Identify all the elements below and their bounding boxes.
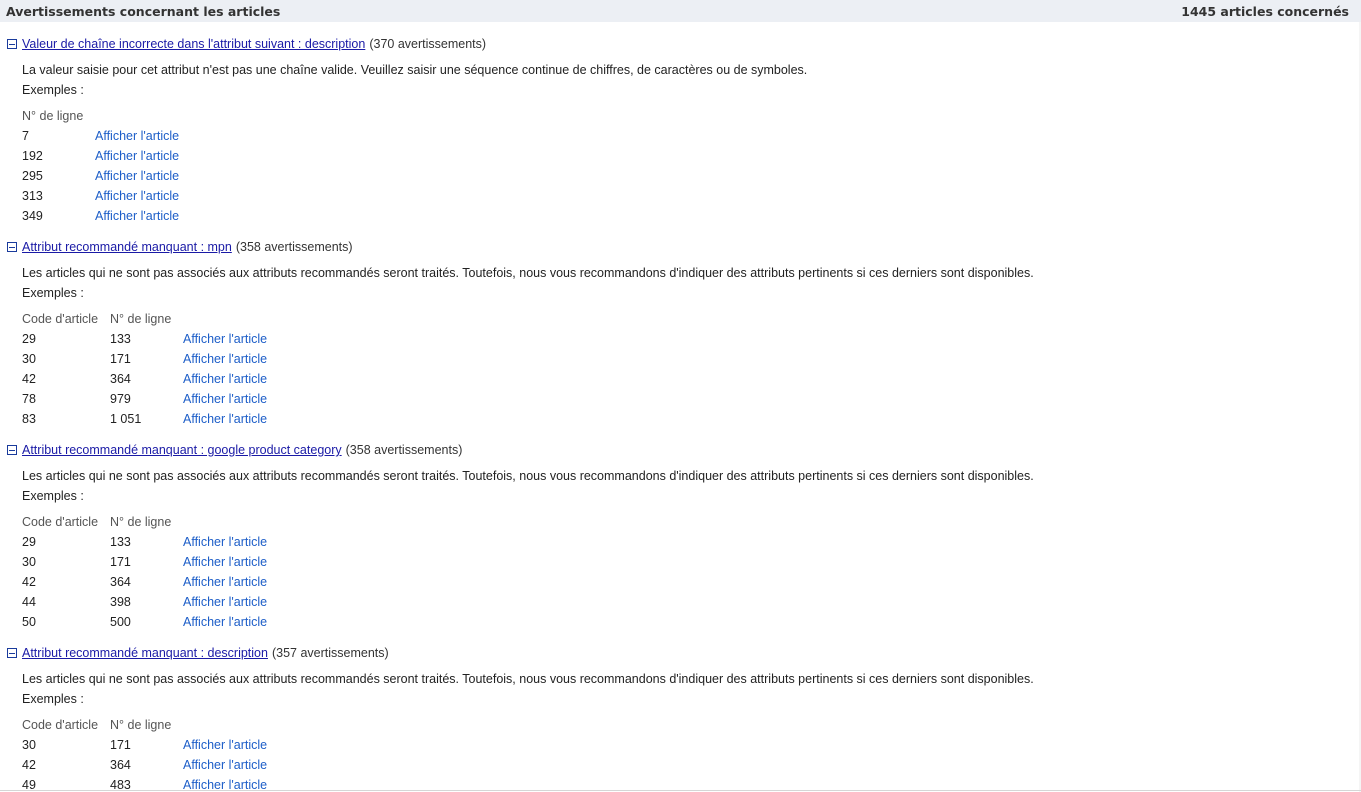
line-number-cell: 349	[22, 209, 43, 223]
warning-count: (358 avertissements)	[345, 443, 463, 457]
item-code-cell: 42	[22, 758, 36, 772]
column-header-item-code: Code d'article	[22, 718, 99, 732]
view-item-link[interactable]: Afficher l'article	[95, 149, 179, 163]
line-number-cell: 133	[110, 332, 131, 346]
item-code-cell: 78	[22, 392, 36, 406]
line-number-cell: 7	[22, 129, 29, 143]
examples-label: Exemples :	[22, 489, 84, 503]
line-number-cell: 133	[110, 535, 131, 549]
line-number-cell: 364	[110, 372, 131, 386]
view-item-link[interactable]: Afficher l'article	[183, 615, 267, 629]
column-header-item-code: Code d'article	[22, 312, 99, 326]
view-item-link[interactable]: Afficher l'article	[183, 555, 267, 569]
item-code-cell: 29	[22, 535, 36, 549]
warning-count: (370 avertissements)	[369, 37, 487, 51]
line-number-cell: 979	[110, 392, 131, 406]
item-code-cell: 30	[22, 555, 36, 569]
column-header-line-number: N° de ligne	[22, 109, 84, 123]
view-item-link[interactable]: Afficher l'article	[183, 372, 267, 386]
collapse-minus-icon[interactable]	[7, 39, 17, 49]
line-number-cell: 171	[110, 555, 131, 569]
warning-description: Les articles qui ne sont pas associés au…	[22, 672, 1034, 686]
warning-title-link[interactable]: Attribut recommandé manquant : google pr…	[22, 443, 342, 457]
line-number-cell: 171	[110, 352, 131, 366]
view-item-link[interactable]: Afficher l'article	[95, 129, 179, 143]
view-item-link[interactable]: Afficher l'article	[183, 575, 267, 589]
warning-count: (358 avertissements)	[235, 240, 353, 254]
warning-section-header: Attribut recommandé manquant : mpn (358 a…	[7, 239, 353, 255]
examples-label: Exemples :	[22, 83, 84, 97]
line-number-cell: 364	[110, 575, 131, 589]
view-item-link[interactable]: Afficher l'article	[183, 332, 267, 346]
header-title: Avertissements concernant les articles	[6, 3, 281, 19]
warnings-header: Avertissements concernant les articles 1…	[0, 0, 1361, 22]
warning-section-header: Valeur de chaîne incorrecte dans l'attri…	[7, 36, 486, 52]
view-item-link[interactable]: Afficher l'article	[183, 412, 267, 426]
warning-section-header: Attribut recommandé manquant : google pr…	[7, 442, 462, 458]
line-number-cell: 192	[22, 149, 43, 163]
line-number-cell: 500	[110, 615, 131, 629]
item-code-cell: 50	[22, 615, 36, 629]
line-number-cell: 1 051	[110, 412, 142, 426]
view-item-link[interactable]: Afficher l'article	[183, 758, 267, 772]
collapse-minus-icon[interactable]	[7, 242, 17, 252]
view-item-link[interactable]: Afficher l'article	[95, 169, 179, 183]
examples-label: Exemples :	[22, 286, 84, 300]
line-number-cell: 295	[22, 169, 43, 183]
item-code-cell: 42	[22, 372, 36, 386]
warning-title-link[interactable]: Attribut recommandé manquant : descripti…	[22, 646, 268, 660]
bottom-divider	[0, 790, 1361, 791]
warning-description: Les articles qui ne sont pas associés au…	[22, 469, 1034, 483]
warning-section-header: Attribut recommandé manquant : descripti…	[7, 645, 389, 661]
line-number-cell: 398	[110, 595, 131, 609]
warning-count: (357 avertissements)	[271, 646, 389, 660]
line-number-cell: 171	[110, 738, 131, 752]
column-header-line-number: N° de ligne	[110, 312, 172, 326]
line-number-cell: 364	[110, 758, 131, 772]
item-code-cell: 30	[22, 352, 36, 366]
warning-title-link[interactable]: Attribut recommandé manquant : mpn	[22, 240, 232, 254]
item-code-cell: 83	[22, 412, 36, 426]
item-code-cell: 30	[22, 738, 36, 752]
collapse-minus-icon[interactable]	[7, 445, 17, 455]
column-header-line-number: N° de ligne	[110, 515, 172, 529]
collapse-minus-icon[interactable]	[7, 648, 17, 658]
warning-title-link[interactable]: Valeur de chaîne incorrecte dans l'attri…	[22, 37, 365, 51]
column-header-item-code: Code d'article	[22, 515, 99, 529]
view-item-link[interactable]: Afficher l'article	[183, 352, 267, 366]
view-item-link[interactable]: Afficher l'article	[183, 738, 267, 752]
view-item-link[interactable]: Afficher l'article	[183, 392, 267, 406]
line-number-cell: 313	[22, 189, 43, 203]
examples-label: Exemples :	[22, 692, 84, 706]
header-affected-count: 1445 articles concernés	[1181, 3, 1349, 19]
view-item-link[interactable]: Afficher l'article	[183, 535, 267, 549]
warning-description: Les articles qui ne sont pas associés au…	[22, 266, 1034, 280]
item-code-cell: 44	[22, 595, 36, 609]
column-header-line-number: N° de ligne	[110, 718, 172, 732]
view-item-link[interactable]: Afficher l'article	[183, 595, 267, 609]
warning-description: La valeur saisie pour cet attribut n'est…	[22, 63, 808, 77]
item-code-cell: 42	[22, 575, 36, 589]
view-item-link[interactable]: Afficher l'article	[95, 209, 179, 223]
view-item-link[interactable]: Afficher l'article	[95, 189, 179, 203]
item-code-cell: 29	[22, 332, 36, 346]
